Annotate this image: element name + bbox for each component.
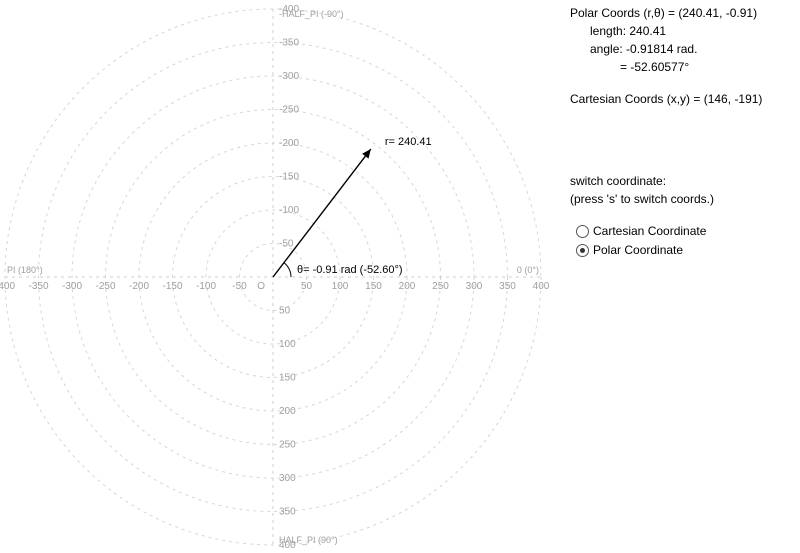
polar-plot[interactable]: -400 -350 -300 -250 -200 -150 -100 -50 50 100 150 2… [0,0,560,553]
svg-text:250: 250 [279,440,296,451]
svg-text:r= 240.41: r= 240.41 [385,136,432,148]
svg-text:300: 300 [466,281,483,292]
svg-text:-100: -100 [279,205,299,216]
svg-text:250: 250 [432,281,449,292]
switch-heading: switch coordinate: [570,172,794,190]
length-text: length: 240.41 [570,22,794,40]
svg-text:-250: -250 [95,281,115,292]
svg-text:100: 100 [279,339,296,350]
svg-text:350: 350 [279,507,296,518]
svg-text:HALF_PI (90°): HALF_PI (90°) [279,535,338,545]
radio-polar[interactable]: Polar Coordinate [576,241,794,259]
svg-text:200: 200 [399,281,416,292]
svg-text:50: 50 [279,306,291,317]
svg-text:300: 300 [279,473,296,484]
svg-text:200: 200 [279,406,296,417]
svg-text:-150: -150 [162,281,182,292]
polar-coords-text: Polar Coords (r,θ) = (240.41, -0.91) [570,4,794,22]
svg-text:-150: -150 [279,172,299,183]
svg-text:-200: -200 [129,281,149,292]
svg-text:150: 150 [365,281,382,292]
radio-icon [576,244,589,257]
svg-text:-250: -250 [279,105,299,116]
radio-icon [576,225,589,238]
svg-text:-400: -400 [0,281,15,292]
radio-cartesian[interactable]: Cartesian Coordinate [576,222,794,240]
svg-text:50: 50 [301,281,313,292]
svg-text:350: 350 [499,281,516,292]
svg-text:-350: -350 [28,281,48,292]
angle-rad-text: angle: -0.91814 rad. [570,40,794,58]
svg-text:O: O [257,281,265,292]
svg-text:400: 400 [533,281,550,292]
svg-text:-300: -300 [279,71,299,82]
radio-cartesian-label: Cartesian Coordinate [593,222,706,240]
svg-text:150: 150 [279,373,296,384]
svg-text:0 (0°): 0 (0°) [517,265,539,275]
svg-text:θ= -0.91 rad (-52.60°): θ= -0.91 rad (-52.60°) [297,264,403,276]
radio-polar-label: Polar Coordinate [593,241,683,259]
svg-text:-350: -350 [279,38,299,49]
svg-text:-HALF_PI (-90°): -HALF_PI (-90°) [279,9,344,19]
svg-text:100: 100 [332,281,349,292]
svg-text:-100: -100 [196,281,216,292]
svg-text:-300: -300 [62,281,82,292]
svg-text:-50: -50 [232,281,247,292]
svg-text:-200: -200 [279,138,299,149]
angle-deg-text: = -52.60577° [570,58,794,76]
cartesian-coords-text: Cartesian Coords (x,y) = (146, -191) [570,90,794,108]
switch-hint: (press 's' to switch coords.) [570,190,794,208]
info-panel: Polar Coords (r,θ) = (240.41, -0.91) len… [560,0,800,553]
svg-text:-50: -50 [279,239,294,250]
svg-text:PI (180°): PI (180°) [7,265,43,275]
